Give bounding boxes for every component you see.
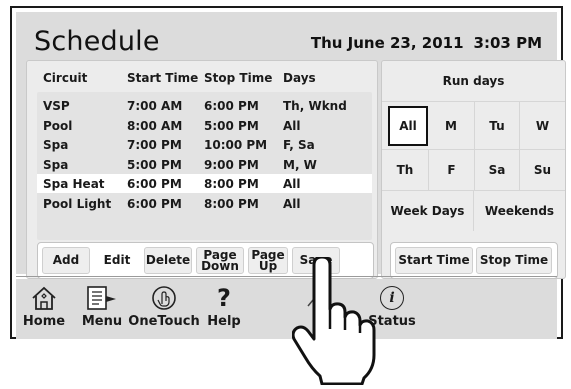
day-sunday-button[interactable]: Su bbox=[519, 150, 565, 190]
table-row[interactable]: Pool Light 6:00 PM 8:00 PM All bbox=[37, 194, 372, 213]
column-header-stop-time: Stop Time bbox=[204, 71, 273, 85]
cell-stop-time: 9:00 PM bbox=[204, 158, 259, 172]
day-saturday-button[interactable]: Sa bbox=[474, 150, 519, 190]
column-header-days: Days bbox=[283, 71, 316, 85]
run-days-title: Run days bbox=[442, 74, 505, 88]
cell-stop-time: 8:00 PM bbox=[204, 197, 259, 211]
cell-start-time: 7:00 AM bbox=[127, 99, 183, 113]
time-label: 3:03 PM bbox=[473, 34, 542, 52]
table-header: Circuit Start Time Stop Time Days bbox=[27, 61, 377, 91]
onetouch-icon bbox=[150, 283, 178, 313]
cell-stop-time: 8:00 PM bbox=[204, 177, 259, 191]
bottom-navigation: Home Menu OneTouch ? Help i Status bbox=[16, 279, 557, 339]
column-header-start-time: Start Time bbox=[127, 71, 199, 85]
day-tuesday-button[interactable]: Tu bbox=[474, 102, 519, 149]
cell-days: All bbox=[283, 177, 301, 191]
nav-home[interactable]: Home bbox=[22, 279, 66, 339]
day-wednesday-button[interactable]: W bbox=[519, 102, 565, 149]
cell-days: All bbox=[283, 197, 301, 211]
page-up-button[interactable]: Page Up bbox=[248, 247, 288, 274]
column-header-circuit: Circuit bbox=[43, 71, 88, 85]
cell-circuit: Pool Light bbox=[43, 197, 112, 211]
week-days-button[interactable]: Week Days bbox=[382, 191, 473, 231]
date-label: Thu June 23, 2011 bbox=[310, 34, 464, 52]
cell-days: Th, Wknd bbox=[283, 99, 347, 113]
cell-stop-time: 6:00 PM bbox=[204, 99, 259, 113]
cell-stop-time: 5:00 PM bbox=[204, 119, 259, 133]
cell-days: All bbox=[283, 119, 301, 133]
day-all-button[interactable]: All bbox=[388, 106, 428, 146]
cell-start-time: 5:00 PM bbox=[127, 158, 182, 172]
nav-help[interactable]: ? Help bbox=[206, 279, 242, 339]
cell-start-time: 8:00 AM bbox=[127, 119, 183, 133]
day-thursday-button[interactable]: Th bbox=[382, 150, 428, 190]
schedule-table-panel: Circuit Start Time Stop Time Days VSP 7:… bbox=[26, 60, 378, 279]
page-down-label-line2: Down bbox=[201, 258, 239, 273]
divider bbox=[16, 276, 557, 277]
date-time-display: Thu June 23, 2011 3:03 PM bbox=[301, 34, 542, 52]
cell-start-time: 7:00 PM bbox=[127, 138, 182, 152]
add-button[interactable]: Add bbox=[42, 247, 90, 274]
table-row[interactable]: VSP 7:00 AM 6:00 PM Th, Wknd bbox=[37, 96, 372, 115]
stop-time-button[interactable]: Stop Time bbox=[476, 247, 552, 274]
cell-circuit: Pool bbox=[43, 119, 73, 133]
page-title: Schedule bbox=[34, 26, 160, 57]
info-glyph: i bbox=[380, 286, 404, 310]
delete-label: Delete bbox=[145, 253, 191, 267]
cell-days: F, Sa bbox=[283, 138, 315, 152]
day-monday-button[interactable]: M bbox=[428, 102, 474, 149]
start-time-button[interactable]: Start Time bbox=[395, 247, 473, 274]
nav-menu[interactable]: Menu bbox=[81, 279, 123, 339]
delete-button[interactable]: Delete bbox=[144, 247, 192, 274]
pointing-hand-icon bbox=[291, 255, 378, 389]
nav-onetouch-label: OneTouch bbox=[128, 314, 200, 329]
edit-button[interactable]: Edit bbox=[94, 247, 140, 274]
time-action-bar: Start Time Stop Time bbox=[390, 242, 558, 279]
cell-circuit: VSP bbox=[43, 99, 70, 113]
help-icon: ? bbox=[217, 283, 231, 313]
nav-onetouch[interactable]: OneTouch bbox=[128, 279, 200, 339]
cell-circuit: Spa Heat bbox=[43, 177, 105, 191]
cell-start-time: 6:00 PM bbox=[127, 197, 182, 211]
home-icon bbox=[30, 283, 58, 313]
schedule-list: VSP 7:00 AM 6:00 PM Th, Wknd Pool 8:00 A… bbox=[37, 92, 372, 240]
page-up-label-line2: Up bbox=[258, 258, 278, 273]
weekends-button[interactable]: Weekends bbox=[473, 191, 565, 231]
help-glyph: ? bbox=[217, 284, 231, 312]
table-row[interactable]: Spa 5:00 PM 9:00 PM M, W bbox=[37, 155, 372, 174]
cell-stop-time: 10:00 PM bbox=[204, 138, 268, 152]
page-down-button[interactable]: Page Down bbox=[196, 247, 244, 274]
cell-days: M, W bbox=[283, 158, 317, 172]
run-days-panel: Run days All M Tu W Th F Sa Su Week Days… bbox=[381, 60, 566, 279]
menu-icon bbox=[84, 283, 120, 313]
nav-help-label: Help bbox=[207, 314, 241, 329]
day-friday-button[interactable]: F bbox=[428, 150, 474, 190]
nav-menu-label: Menu bbox=[81, 314, 123, 329]
nav-home-label: Home bbox=[22, 314, 66, 329]
control-panel-frame: Schedule Thu June 23, 2011 3:03 PM Circui… bbox=[10, 6, 566, 339]
status-icon: i bbox=[380, 283, 404, 313]
table-row[interactable]: Spa 7:00 PM 10:00 PM F, Sa bbox=[37, 135, 372, 154]
cell-circuit: Spa bbox=[43, 158, 69, 172]
table-row-selected[interactable]: Spa Heat 6:00 PM 8:00 PM All bbox=[37, 174, 372, 193]
table-row[interactable]: Pool 8:00 AM 5:00 PM All bbox=[37, 116, 372, 135]
cell-start-time: 6:00 PM bbox=[127, 177, 182, 191]
cell-circuit: Spa bbox=[43, 138, 69, 152]
